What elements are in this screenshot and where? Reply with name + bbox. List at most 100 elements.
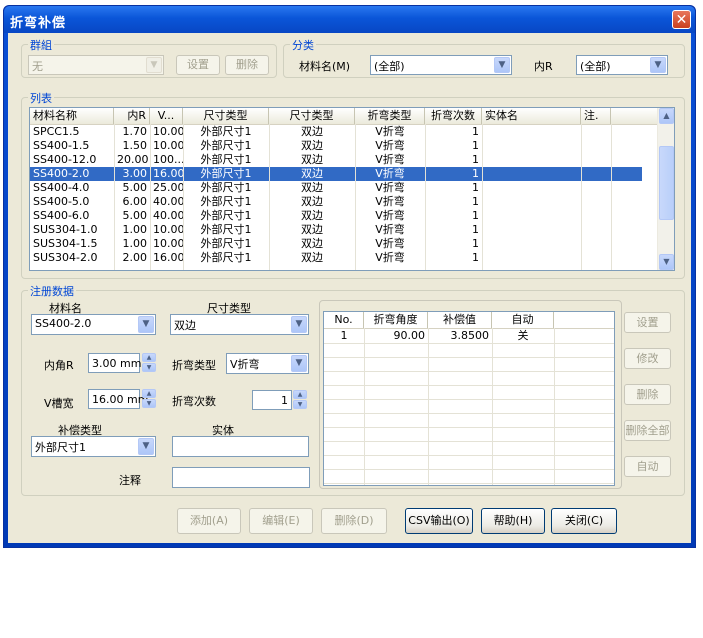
column-header-7[interactable]: 实体名 <box>482 108 581 124</box>
reg-comp-type-combo[interactable]: 外部尺寸1 ▼ <box>31 436 156 457</box>
material-list-scrollbar[interactable]: ▲ ▼ <box>657 108 674 270</box>
table-row[interactable]: SS400-12.0 20.00 100... 外部尺寸1 双边 V折弯 1 <box>30 153 642 167</box>
column-header-1[interactable]: 内R <box>114 108 150 124</box>
side-delete-button[interactable]: 删除 <box>624 384 671 405</box>
material-list[interactable]: 材料名称 内R V... 尺寸类型 尺寸类型 折弯类型 折弯次数 实体名 注. SPCC1.5 1… <box>29 107 675 271</box>
table-row[interactable]: SS400-5.0 6.00 40.00 外部尺寸1 双边 V折弯 1 <box>30 195 642 209</box>
grid-line <box>492 328 493 485</box>
table-row[interactable]: SUS304-1.5 1.00 10.00 外部尺寸1 双边 V折弯 1 <box>30 237 642 251</box>
table-cell: V折弯 <box>375 251 405 264</box>
scroll-down-icon[interactable]: ▼ <box>659 254 674 270</box>
spin-up-icon[interactable]: ▲ <box>142 389 156 398</box>
reg-v-width-spinner[interactable]: ▲ ▼ <box>142 389 156 409</box>
table-row[interactable]: SPCC1.5 1.70 10.00 外部尺寸1 双边 V折弯 1 <box>30 125 642 139</box>
table-cell: 双边 <box>301 153 323 166</box>
table-cell <box>581 223 611 237</box>
close-button[interactable]: 关闭(C) <box>551 508 617 534</box>
table-cell: 双边 <box>301 125 323 138</box>
material-filter-label: 材料名(M) <box>299 60 351 73</box>
side-delete-all-button[interactable]: 删除全部 <box>624 420 671 441</box>
table-row[interactable]: SS400-1.5 1.50 10.00 外部尺寸1 双边 V折弯 1 <box>30 139 642 153</box>
column-header-4[interactable]: 尺寸类型 <box>269 108 355 124</box>
spin-down-icon[interactable]: ▼ <box>142 363 156 372</box>
spin-down-icon[interactable]: ▼ <box>142 399 156 408</box>
table-cell: 双边 <box>301 167 323 180</box>
table-cell <box>581 195 611 209</box>
group-set-button[interactable]: 设置 <box>176 55 220 75</box>
side-set-button[interactable]: 设置 <box>624 312 671 333</box>
table-cell: 40.00 <box>153 209 183 222</box>
reg-bend-count-spinner[interactable]: ▲ ▼ <box>293 390 307 410</box>
grid-line <box>114 124 115 270</box>
table-cell: V折弯 <box>375 181 405 194</box>
table-row[interactable]: SUS304-1.0 1.00 10.00 外部尺寸1 双边 V折弯 1 <box>30 223 642 237</box>
table-cell: 1 <box>472 139 479 152</box>
spin-up-icon[interactable]: ▲ <box>142 353 156 362</box>
side-auto-button[interactable]: 自动 <box>624 456 671 477</box>
table-cell: V折弯 <box>375 139 405 152</box>
column-header-0[interactable]: 材料名称 <box>30 108 114 124</box>
title-bar[interactable]: 折弯补偿 ✕ <box>4 6 695 33</box>
group-delete-button[interactable]: 删除 <box>225 55 269 75</box>
table-row[interactable]: SS400-6.0 5.00 40.00 外部尺寸1 双边 V折弯 1 <box>30 209 642 223</box>
spin-up-icon[interactable]: ▲ <box>293 390 307 399</box>
spin-down-icon[interactable]: ▼ <box>293 400 307 409</box>
angle-column-header-3[interactable]: 自动 <box>492 312 554 328</box>
table-cell: 外部尺寸1 <box>200 139 252 152</box>
column-header-5[interactable]: 折弯类型 <box>355 108 425 124</box>
reg-inner-r-spinner[interactable]: ▲ ▼ <box>142 353 156 373</box>
scroll-thumb[interactable] <box>659 146 674 220</box>
reg-bend-type-value: V折弯 <box>230 358 260 371</box>
column-header-6[interactable]: 折弯次数 <box>425 108 482 124</box>
side-modify-button[interactable]: 修改 <box>624 348 671 369</box>
column-header-3[interactable]: 尺寸类型 <box>183 108 269 124</box>
material-filter-combo[interactable]: (全部) ▼ <box>370 55 512 75</box>
table-cell: SPCC1.5 <box>33 125 80 138</box>
close-window-button[interactable]: ✕ <box>672 10 691 29</box>
column-header-8[interactable]: 注. <box>581 108 611 124</box>
table-cell: 双边 <box>301 237 323 250</box>
column-header-2[interactable]: V... <box>150 108 183 124</box>
table-cell <box>482 237 581 251</box>
table-row[interactable]: SS400-2.0 3.00 16.00 外部尺寸1 双边 V折弯 1 <box>30 167 642 181</box>
add-button[interactable]: 添加(A) <box>177 508 241 534</box>
table-cell: SS400-4.0 <box>33 181 90 194</box>
grid-line <box>269 124 270 270</box>
table-cell: V折弯 <box>375 237 405 250</box>
inner-r-filter-combo[interactable]: (全部) ▼ <box>576 55 668 75</box>
reg-note-input[interactable] <box>172 467 310 488</box>
chevron-down-icon: ▼ <box>146 57 162 73</box>
reg-bend-type-combo[interactable]: V折弯 ▼ <box>226 353 309 374</box>
reg-v-width-input[interactable]: 16.00 mm <box>88 389 148 409</box>
reg-size-type-value: 双边 <box>174 319 196 332</box>
reg-size-type-combo[interactable]: 双边 ▼ <box>170 314 309 335</box>
scroll-up-icon[interactable]: ▲ <box>659 108 674 124</box>
group-combo[interactable]: 无 ▼ <box>28 55 164 75</box>
classify-box: 分类 材料名(M) (全部) ▼ 内R (全部) ▼ <box>283 37 685 78</box>
edit-button[interactable]: 编辑(E) <box>249 508 313 534</box>
table-cell <box>581 125 611 139</box>
table-cell: 外部尺寸1 <box>200 195 252 208</box>
angle-column-header-0[interactable]: No. <box>324 312 364 328</box>
reg-entity-input[interactable] <box>172 436 309 457</box>
table-cell: V折弯 <box>375 125 405 138</box>
help-button[interactable]: 帮助(H) <box>481 508 545 534</box>
csv-export-button[interactable]: CSV输出(O) <box>405 508 473 534</box>
angle-table-header: No. 折弯角度 补偿值 自动 <box>324 312 614 329</box>
angle-table[interactable]: No. 折弯角度 补偿值 自动 1 90.00 3.8500 关 <box>323 311 615 486</box>
table-cell: 25.00 <box>153 181 183 194</box>
reg-inner-r-input[interactable]: 3.00 mm <box>88 353 142 373</box>
angle-table-cell: 3.8500 <box>450 329 490 342</box>
angle-column-header-2[interactable]: 补偿值 <box>428 312 492 328</box>
reg-material-combo[interactable]: SS400-2.0 ▼ <box>31 314 156 335</box>
angle-table-row[interactable]: 1 90.00 3.8500 关 <box>324 329 614 343</box>
table-row[interactable]: SUS304-2.0 2.00 16.00 外部尺寸1 双边 V折弯 1 <box>30 251 642 265</box>
reg-bend-count-input[interactable]: 1 <box>252 390 292 410</box>
table-cell: SS400-2.0 <box>33 167 90 180</box>
table-row[interactable]: SS400-4.0 5.00 25.00 外部尺寸1 双边 V折弯 1 <box>30 181 642 195</box>
delete-button[interactable]: 删除(D) <box>321 508 387 534</box>
reg-inner-r-value: 3.00 mm <box>92 357 142 370</box>
table-cell: 10.00 <box>153 223 183 236</box>
angle-column-header-1[interactable]: 折弯角度 <box>364 312 428 328</box>
reg-v-width-value: 16.00 mm <box>92 393 149 406</box>
